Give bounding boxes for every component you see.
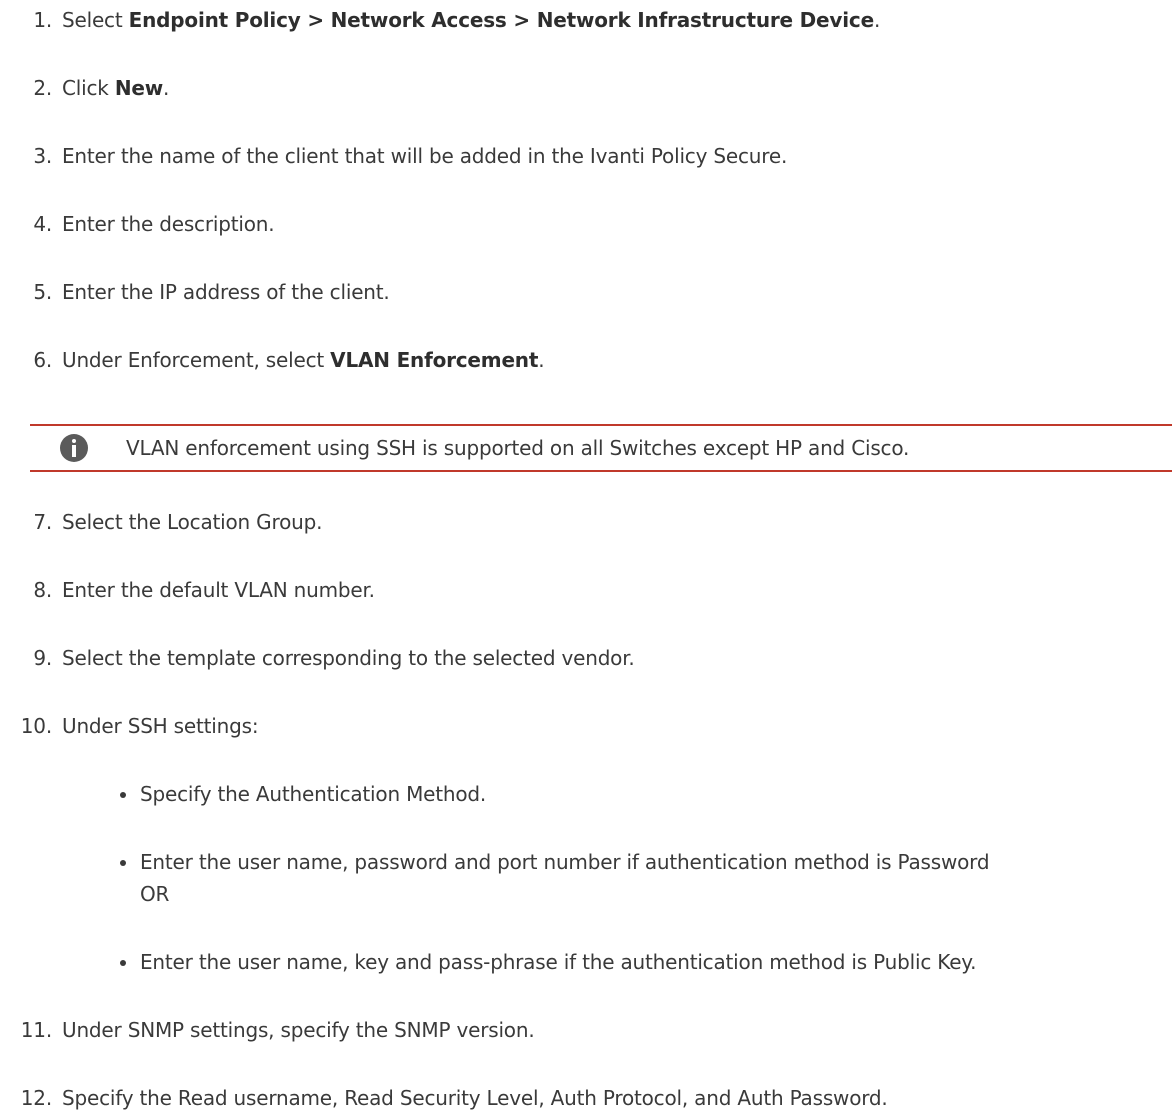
step-text: Select Endpoint Policy > Network Access …	[62, 8, 881, 32]
step-number: 5.	[33, 280, 52, 304]
step-text: Under SSH settings:	[62, 714, 259, 738]
step-text: Select the template corresponding to the…	[62, 646, 635, 670]
step-text: Under Enforcement, select VLAN Enforceme…	[62, 348, 545, 372]
step-number: 9.	[33, 646, 52, 670]
step-number: 10.	[20, 714, 52, 738]
step-9: 9. Select the template corresponding to …	[0, 642, 1160, 674]
step-2: 2. Click New.	[0, 72, 1160, 104]
step-text: Specify the Read username, Read Security…	[62, 1086, 888, 1110]
step-6: 6. Under Enforcement, select VLAN Enforc…	[0, 344, 1160, 376]
bullet-text: Specify the Authentication Method.	[140, 782, 487, 806]
step-number: 2.	[33, 76, 52, 100]
step-number: 4.	[33, 212, 52, 236]
step-4: 4. Enter the description.	[0, 208, 1160, 240]
step-number: 11.	[20, 1018, 52, 1042]
step-text: Enter the IP address of the client.	[62, 280, 390, 304]
bullet-text: Enter the user name, password and port n…	[140, 850, 990, 874]
step-11: 11. Under SNMP settings, specify the SNM…	[0, 1014, 1160, 1046]
step-number: 3.	[33, 144, 52, 168]
bullet-text: Enter the user name, key and pass-phrase…	[140, 950, 977, 974]
bullet-icon	[120, 792, 126, 798]
new-button-reference: New	[114, 76, 164, 100]
step-5: 5. Enter the IP address of the client.	[0, 276, 1160, 308]
step-number: 7.	[33, 510, 52, 534]
step-number: 12.	[20, 1086, 52, 1110]
bullet-icon	[120, 860, 126, 866]
bullet-continuation: OR	[140, 882, 170, 906]
note-box: VLAN enforcement using SSH is supported …	[30, 424, 1172, 472]
vlan-enforcement-option: VLAN Enforcement	[330, 348, 539, 372]
step-number: 1.	[33, 8, 52, 32]
note-text: VLAN enforcement using SSH is supported …	[126, 436, 910, 460]
info-icon	[60, 434, 88, 462]
step-3: 3. Enter the name of the client that wil…	[0, 140, 1160, 172]
step-number: 6.	[33, 348, 52, 372]
step-text: Enter the name of the client that will b…	[62, 144, 788, 168]
bullet-icon	[120, 960, 126, 966]
step-text: Enter the default VLAN number.	[62, 578, 375, 602]
step-1: 1. Select Endpoint Policy > Network Acce…	[0, 4, 1160, 36]
step-8: 8. Enter the default VLAN number.	[0, 574, 1160, 606]
step-12: 12. Specify the Read username, Read Secu…	[0, 1082, 1160, 1114]
step-text: Under SNMP settings, specify the SNMP ve…	[62, 1018, 535, 1042]
step-10: 10. Under SSH settings:	[0, 710, 1160, 742]
step-text: Click New.	[62, 76, 170, 100]
procedure-document: 1. Select Endpoint Policy > Network Acce…	[0, 0, 1172, 1118]
step-text: Enter the description.	[62, 212, 275, 236]
step-text: Select the Location Group.	[62, 510, 323, 534]
step-7: 7. Select the Location Group.	[0, 506, 1160, 538]
menu-path: Endpoint Policy > Network Access > Netwo…	[128, 8, 874, 32]
step-number: 8.	[33, 578, 52, 602]
